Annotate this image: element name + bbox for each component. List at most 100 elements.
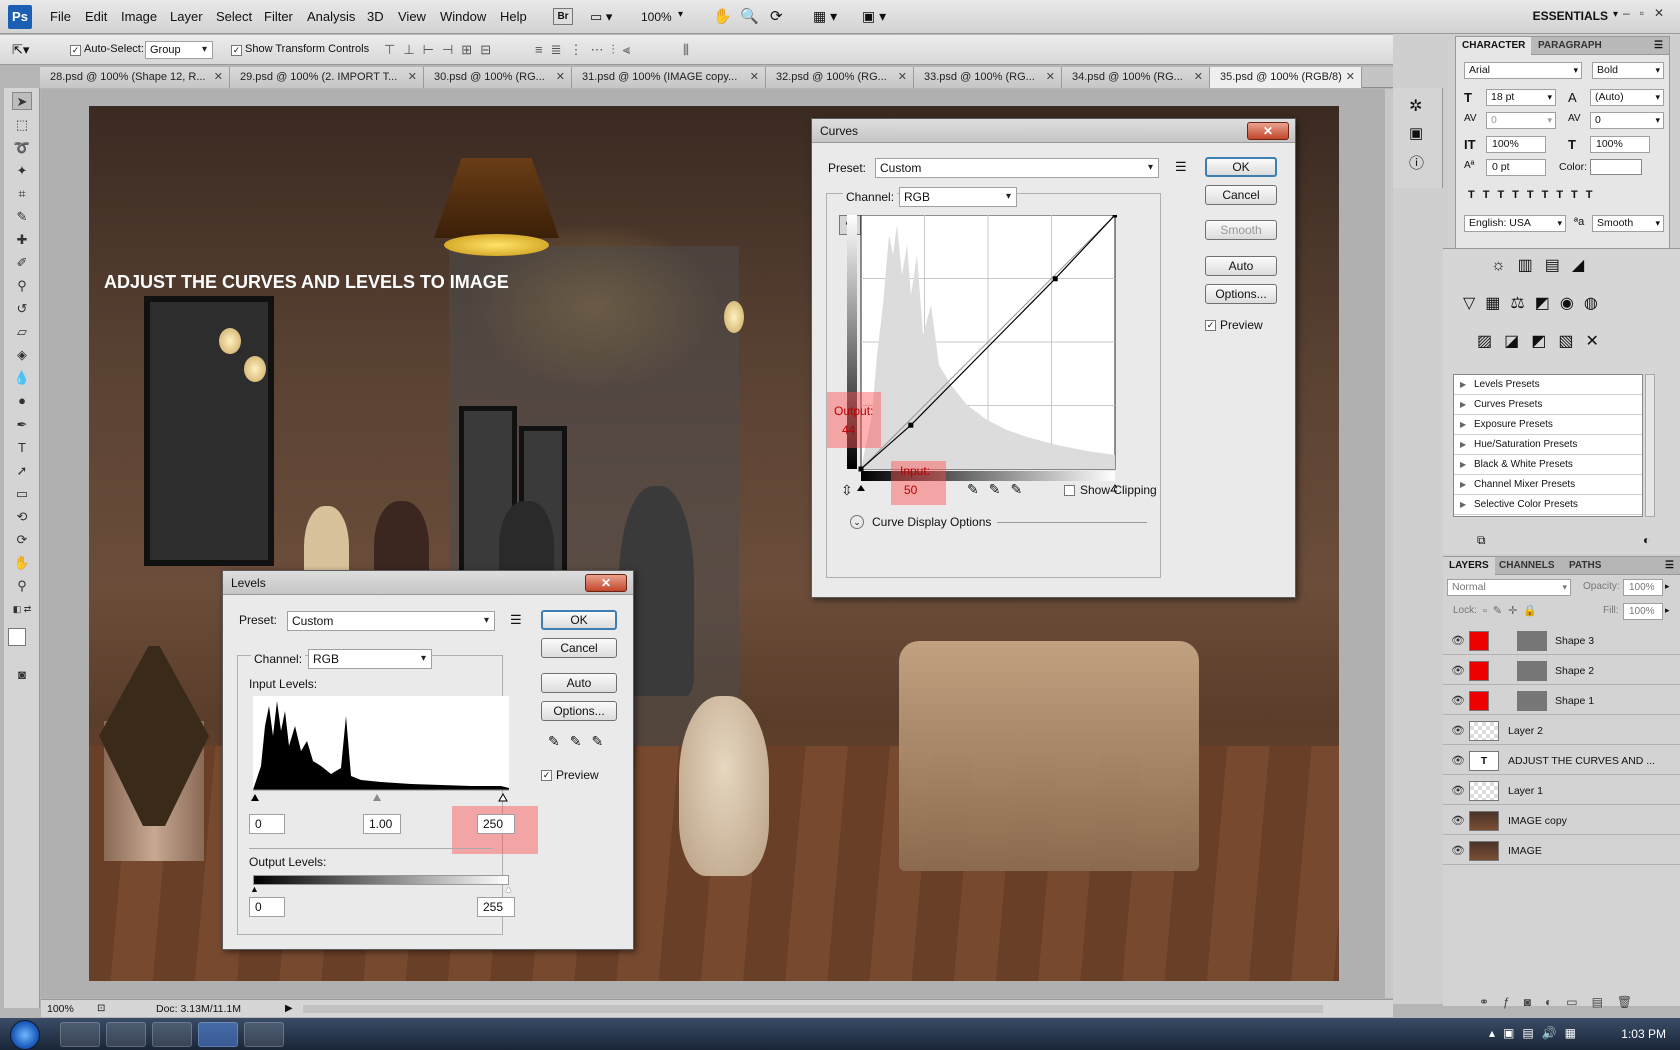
taskbar-app-icon[interactable] [60,1022,100,1047]
levels-preview-checkbox[interactable]: ✓ [541,768,552,782]
opacity-field[interactable]: 100% [1623,579,1663,596]
arrange-documents-icon[interactable]: ▦ ▾ [813,8,837,25]
path-selection-tool-icon[interactable]: ➚ [12,462,32,480]
tab-character[interactable]: CHARACTER [1456,37,1532,55]
tab-35-active[interactable]: 35.psd @ 100% (RGB/8) ✕ [1210,67,1362,88]
layer-row-shape-1[interactable]: 👁 Shape 1 [1443,687,1680,715]
adjustment-icons-row2[interactable]: ▽▦⚖◩◉◍ [1463,293,1608,313]
close-tab-icon[interactable]: ✕ [556,67,565,88]
pen-tool-icon[interactable]: ✒ [12,416,32,434]
move-tool-icon[interactable]: ⇱▾ [12,42,29,58]
output-white-field[interactable]: 255 [477,897,515,917]
close-tab-icon[interactable]: ✕ [898,67,907,88]
input-white-field[interactable]: 250 [477,814,515,834]
zoom-level-select[interactable]: 100% [641,10,672,24]
curves-graph[interactable] [847,215,1117,499]
auto-select-dropdown[interactable]: Group [145,41,213,59]
zoom-tool-icon[interactable]: ⚲ [12,577,32,595]
swap-colors-icon[interactable]: ◧ ⇄ [12,600,32,618]
layer-row-image[interactable]: 👁 IMAGE [1443,837,1680,865]
adjustment-options-icon[interactable]: ◐ [1643,533,1650,547]
histogram-icon[interactable]: ▣ [1409,124,1423,142]
curve-display-options-label[interactable]: Curve Display Options [872,515,991,529]
move-tool-icon[interactable]: ➤ [12,92,32,110]
chrome-taskbar-icon[interactable] [152,1022,192,1047]
visibility-eye-icon[interactable]: 👁 [1451,627,1465,655]
tab-layers[interactable]: LAYERS [1443,557,1495,575]
layer-row-text[interactable]: 👁 T ADJUST THE CURVES AND ... [1443,747,1680,775]
channel-mixer-presets[interactable]: Channel Mixer Presets [1454,475,1642,495]
info-icon[interactable]: ⓘ [1409,152,1424,173]
workspace-switcher[interactable]: ESSENTIALS [1533,9,1608,23]
panel-menu-icon[interactable]: ☰ [1654,37,1663,55]
adjustment-icons-row3[interactable]: ▨◪◩▧✕ [1477,331,1611,351]
visibility-eye-icon[interactable]: 👁 [1451,717,1465,745]
levels-ok-button[interactable]: OK [541,610,617,630]
levels-preset-dropdown[interactable]: Custom [287,611,495,631]
curves-options-button[interactable]: Options... [1205,284,1277,304]
visibility-eye-icon[interactable]: 👁 [1451,687,1465,715]
layer-row-shape-2[interactable]: 👁 Shape 2 [1443,657,1680,685]
healing-brush-tool-icon[interactable]: ✚ [12,231,32,249]
black-white-presets[interactable]: Black & White Presets [1454,455,1642,475]
output-value[interactable]: 44 [842,423,855,437]
tab-34[interactable]: 34.psd @ 100% (RG... ✕ [1062,67,1210,88]
show-transform-checkbox[interactable]: ✓ [231,43,242,57]
eyedropper-tool-icon[interactable]: ✎ [12,208,32,226]
menu-edit[interactable]: Edit [85,9,107,24]
lasso-tool-icon[interactable]: ➰ [12,139,32,157]
close-icon[interactable]: ✕ [585,574,627,592]
curves-smooth-button[interactable]: Smooth [1205,220,1277,240]
photoshop-taskbar-icon[interactable] [198,1022,238,1047]
on-image-adjust-icon[interactable]: ⇳ [841,482,853,499]
crop-tool-icon[interactable]: ⌗ [12,185,32,203]
tab-29[interactable]: 29.psd @ 100% (2. IMPORT T... ✕ [230,67,424,88]
close-icon[interactable]: ✕ [1247,122,1289,140]
shape-tool-icon[interactable]: ▭ [12,485,32,503]
antialias-select[interactable]: Smooth [1592,215,1664,232]
curves-auto-button[interactable]: Auto [1205,256,1277,276]
language-select[interactable]: English: USA [1464,215,1566,232]
menu-help[interactable]: Help [500,9,527,24]
status-zoom[interactable]: 100% [47,1000,74,1018]
dodge-tool-icon[interactable]: ● [12,392,32,410]
eyedropper-icons[interactable]: ✎✎✎ [548,733,613,750]
menu-select[interactable]: Select [216,9,252,24]
screen-mode-toggle-icon[interactable]: ▣ ▾ [862,8,886,25]
levels-channel-dropdown[interactable]: RGB [308,649,432,669]
distribute-icons[interactable]: ≡≣⋮⋯⫶⫷ [535,42,638,58]
input-black-field[interactable]: 0 [249,814,285,834]
explorer-taskbar-icon[interactable] [244,1022,284,1047]
tab-paragraph[interactable]: PARAGRAPH [1532,37,1608,55]
bridge-button[interactable]: Br [553,8,573,25]
clone-stamp-tool-icon[interactable]: ⚲ [12,277,32,295]
system-tray-icons[interactable]: ▴▣▤🔊▦ [1489,1026,1584,1040]
tab-channels[interactable]: CHANNELS [1493,557,1561,575]
rotate-view-icon[interactable]: ⟳ [770,7,783,25]
brush-tool-icon[interactable]: ✐ [12,254,32,272]
window-controls[interactable]: –▫✕ [1623,6,1674,20]
menu-3d[interactable]: 3D [367,9,384,24]
layer-row-shape-3[interactable]: 👁 Shape 3 [1443,627,1680,655]
magic-wand-tool-icon[interactable]: ✦ [12,162,32,180]
output-black-field[interactable]: 0 [249,897,285,917]
foreground-color-swatch[interactable] [8,628,26,646]
screen-mode-icon[interactable]: ▭ ▾ [590,9,612,25]
horizontal-scrollbar[interactable] [303,1005,1323,1013]
baseline-shift-field[interactable]: 0 pt [1486,159,1546,176]
align-icons[interactable]: ⊤⊥⊢⊣⊞⊟ [384,42,499,58]
layer-row-layer-1[interactable]: 👁 Layer 1 [1443,777,1680,805]
fill-arrow-icon[interactable]: ▸ [1665,605,1670,616]
navigator-icon[interactable]: ✲ [1409,96,1422,116]
eraser-tool-icon[interactable]: ▱ [12,323,32,341]
zoom-chevron-icon[interactable]: ▾ [678,9,683,20]
menu-file[interactable]: File [50,9,71,24]
clock[interactable]: 1:03 PM [1621,1027,1666,1041]
blur-tool-icon[interactable]: 💧 [12,369,32,387]
zoom-tool-icon[interactable]: 🔍 [740,7,759,25]
menu-layer[interactable]: Layer [170,9,203,24]
visibility-eye-icon[interactable]: 👁 [1451,747,1465,775]
quick-mask-icon[interactable]: ◙ [12,666,32,684]
canvas-scrollbar[interactable] [1385,89,1393,998]
3d-rotate-tool-icon[interactable]: ⟲ [12,508,32,526]
